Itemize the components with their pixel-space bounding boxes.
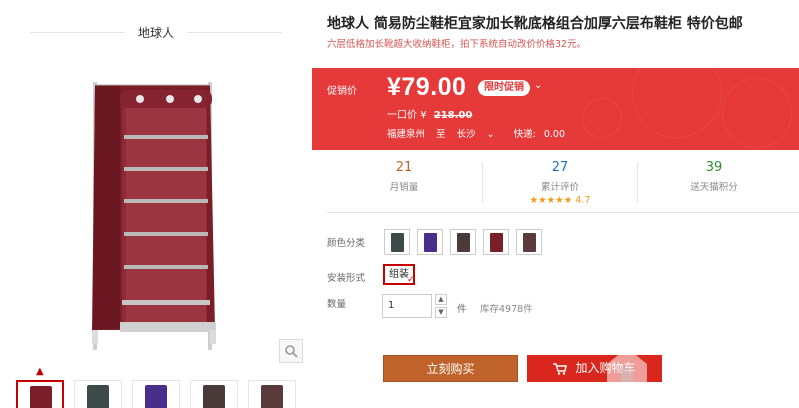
chevron-up-icon[interactable]: ▲ bbox=[435, 294, 447, 305]
gallery: 地球人 ▲ bbox=[0, 0, 312, 408]
thumbnail[interactable] bbox=[132, 380, 180, 408]
thumbnail[interactable] bbox=[16, 380, 64, 408]
stat-reviews[interactable]: 27 累计评价 ★★★★★ 4.7 bbox=[485, 160, 635, 206]
promo-badge[interactable]: 限时促销 bbox=[478, 80, 530, 96]
thumbnail-image bbox=[203, 385, 225, 408]
stat-label: 送天猫积分 bbox=[690, 182, 738, 193]
divider bbox=[482, 162, 483, 202]
stat-number: 27 bbox=[551, 160, 569, 175]
thumbnail[interactable] bbox=[190, 380, 238, 408]
chevron-down-icon: ⌄ bbox=[486, 129, 495, 140]
thumbnail-strip bbox=[16, 380, 312, 408]
stat-number: 21 bbox=[395, 160, 413, 175]
express-label: 快递: bbox=[513, 129, 536, 140]
thumbnail-image bbox=[87, 385, 109, 408]
color-swatch[interactable] bbox=[384, 229, 410, 255]
rating: ★★★★★ 4.7 bbox=[485, 195, 635, 206]
chevron-down-icon[interactable]: ⌄ bbox=[534, 80, 542, 91]
original-price-value: 218.00 bbox=[433, 110, 473, 121]
swatch-image bbox=[457, 233, 470, 252]
color-swatch[interactable] bbox=[450, 229, 476, 255]
color-swatch[interactable] bbox=[483, 229, 509, 255]
check-icon: ✓ bbox=[407, 275, 415, 285]
ship-to-select[interactable]: 长沙 ⌄ bbox=[457, 129, 503, 140]
watermark: 03c家 bbox=[593, 330, 799, 390]
original-price-label: 一口价 bbox=[387, 110, 417, 121]
star-rating-icon: ★★★★★ bbox=[529, 195, 573, 206]
qty-unit: 件 bbox=[457, 304, 467, 315]
stat-label: 月销量 bbox=[389, 182, 419, 193]
zoom-button[interactable] bbox=[279, 339, 303, 363]
rating-value: 4.7 bbox=[575, 195, 591, 206]
divider bbox=[187, 32, 282, 33]
divider bbox=[637, 162, 638, 202]
chevron-down-icon[interactable]: ▼ bbox=[435, 307, 447, 318]
color-label: 颜色分类 bbox=[327, 238, 366, 249]
swatch-image bbox=[391, 233, 404, 252]
thumbnail-image bbox=[30, 386, 52, 408]
ship-to-label: 至 bbox=[436, 129, 446, 140]
buy-now-button[interactable]: 立刻购买 bbox=[383, 355, 518, 382]
color-swatch[interactable] bbox=[417, 229, 443, 255]
chevron-up-icon[interactable]: ▲ bbox=[36, 366, 44, 377]
decorative-circle bbox=[582, 98, 622, 138]
brand-header: 地球人 bbox=[20, 22, 292, 42]
stock-count: 库存4978件 bbox=[480, 304, 533, 315]
thumbnail[interactable] bbox=[74, 380, 122, 408]
ship-to: 长沙 bbox=[456, 129, 476, 140]
quantity-input[interactable]: 1 bbox=[382, 294, 432, 318]
swatch-image bbox=[490, 233, 503, 252]
decorative-circle bbox=[722, 78, 792, 148]
stat-monthly-sales: 21 月销量 bbox=[329, 160, 479, 193]
color-swatch[interactable] bbox=[516, 229, 542, 255]
price-panel: 促销价 ¥79.00 限时促销 ⌄ 一口价 ¥ 218.00 福建泉州 至 长沙… bbox=[312, 68, 799, 150]
divider bbox=[327, 212, 799, 213]
promo-price: ¥79.00 bbox=[387, 73, 467, 101]
decorative-circle bbox=[632, 68, 722, 138]
thumbnail-image bbox=[145, 385, 167, 408]
shipping-info: 福建泉州 至 长沙 ⌄ 快递: 0.00 bbox=[387, 126, 573, 140]
product-main-image[interactable] bbox=[60, 60, 265, 360]
thumbnail-image bbox=[261, 385, 283, 408]
express-fee: 0.00 bbox=[543, 129, 565, 140]
house-logo-icon bbox=[607, 348, 647, 382]
magnifier-icon bbox=[285, 345, 298, 358]
stat-number: 39 bbox=[705, 160, 723, 175]
product-subtitle: 六层低格加长靴超大收纳鞋柜，拍下系统自动改价价格32元。 bbox=[327, 39, 587, 50]
original-price-currency: ¥ bbox=[420, 110, 427, 121]
ship-from: 福建泉州 bbox=[387, 129, 426, 140]
watermark-text: 03c家 bbox=[663, 352, 748, 387]
cart-icon bbox=[553, 362, 568, 375]
swatch-image bbox=[523, 233, 536, 252]
thumbnail[interactable] bbox=[248, 380, 296, 408]
promo-price-label: 促销价 bbox=[327, 86, 357, 97]
qty-label: 数量 bbox=[327, 299, 347, 310]
stat-label: 累计评价 bbox=[540, 182, 579, 193]
stat-points: 39 送天猫积分 bbox=[639, 160, 789, 193]
product-title: 地球人 简易防尘鞋柜宜家加长靴底格组合加厚六层布鞋柜 特价包邮 bbox=[327, 16, 743, 32]
original-price: 一口价 ¥ 218.00 bbox=[387, 106, 472, 121]
install-label: 安装形式 bbox=[327, 273, 366, 284]
stats-bar: 21 月销量 27 累计评价 ★★★★★ 4.7 39 送天猫积分 bbox=[327, 150, 799, 210]
swatch-image bbox=[424, 233, 437, 252]
